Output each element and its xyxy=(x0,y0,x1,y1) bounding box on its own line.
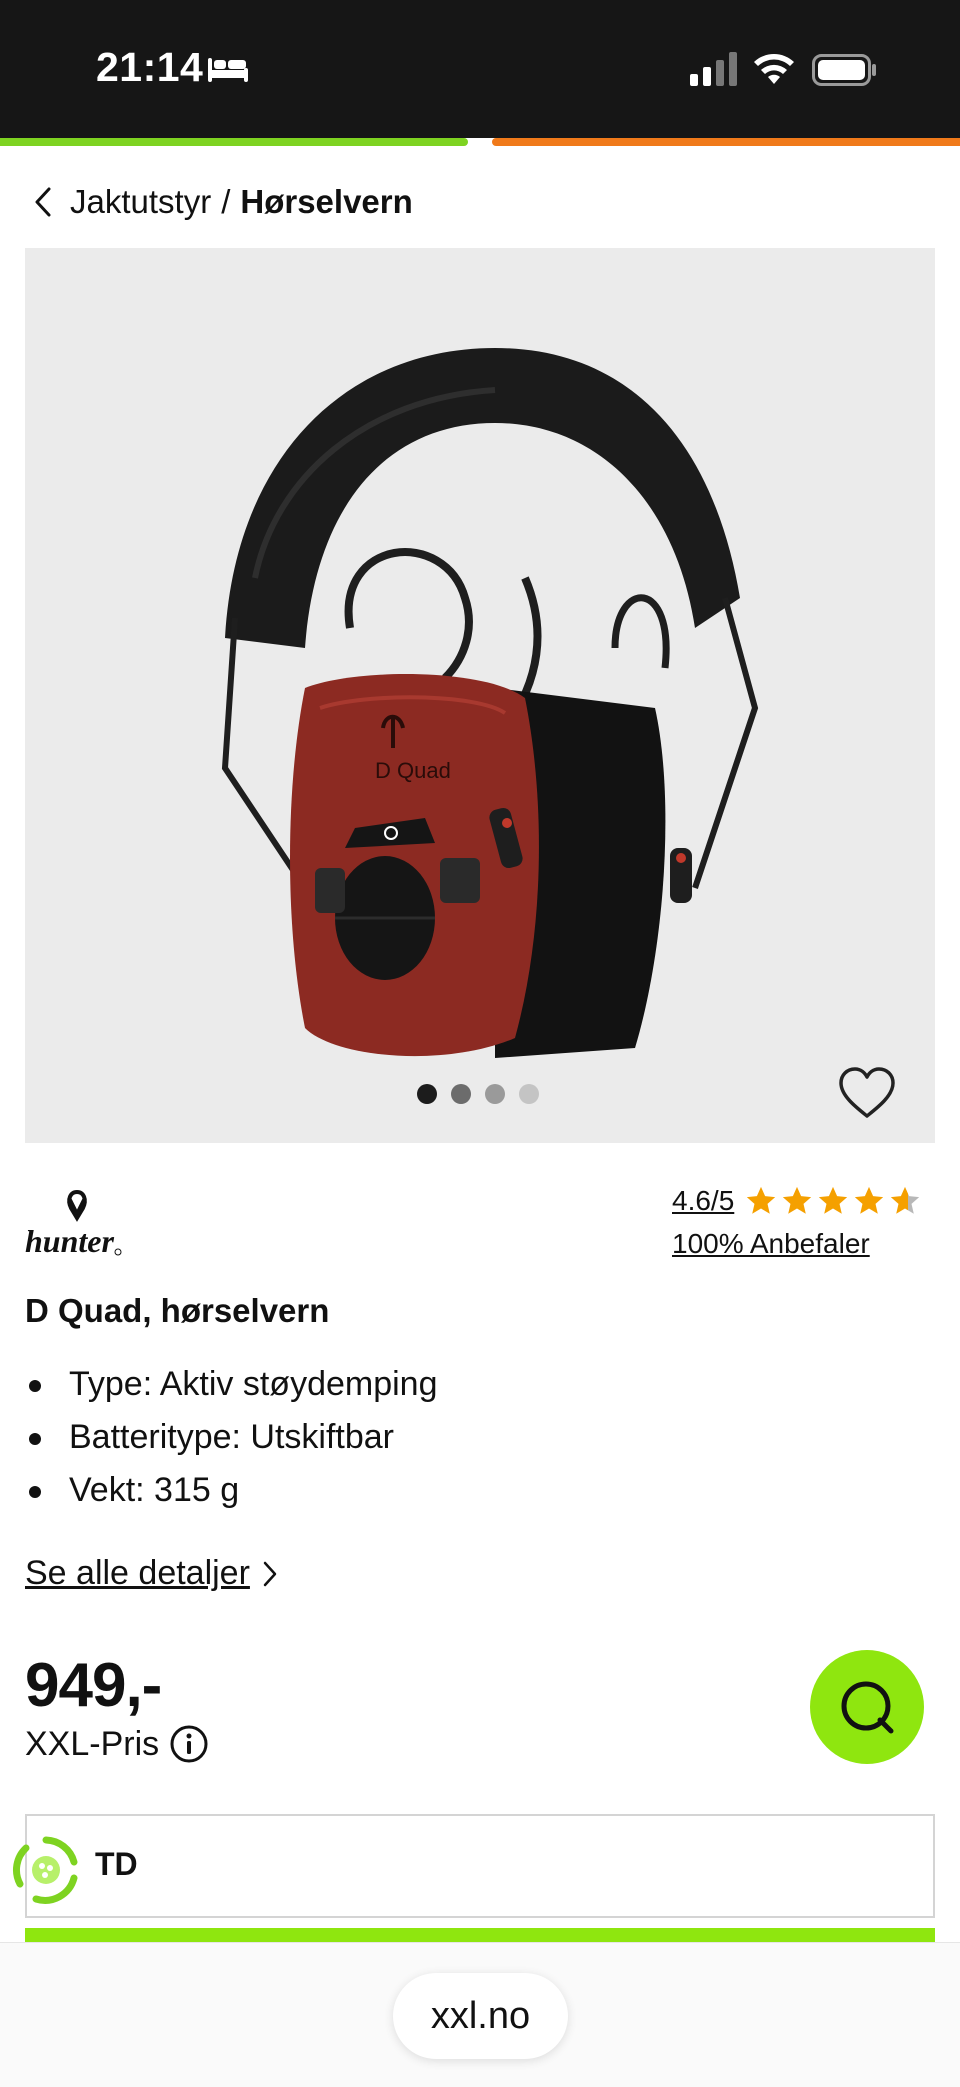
star-icon xyxy=(855,1186,884,1214)
page-load-progress-secondary xyxy=(492,138,960,146)
status-time: 21:14 xyxy=(96,44,204,90)
variant-selector[interactable]: TD xyxy=(25,1814,935,1918)
star-half-icon xyxy=(891,1186,920,1214)
product-image-earmuffs: D Quad xyxy=(221,348,759,1058)
wifi-icon xyxy=(754,54,794,84)
recycle-badge-icon[interactable] xyxy=(12,1836,80,1904)
star-icon xyxy=(819,1186,848,1214)
chevron-right-icon xyxy=(263,1561,277,1586)
breadcrumb-parent-link[interactable]: Jaktutstyr xyxy=(70,183,211,221)
rating-block: 4.6/5 100% Anbefaler xyxy=(672,1184,936,1260)
gallery-dot-4[interactable] xyxy=(519,1084,539,1104)
spec-item-battery: Batteritype: Utskiftbar xyxy=(25,1413,438,1466)
svg-text:hunter: hunter xyxy=(25,1223,114,1259)
recommend-percentage-link[interactable]: 100% Anbefaler xyxy=(672,1228,936,1260)
star-icon xyxy=(747,1186,776,1214)
heart-icon[interactable] xyxy=(837,1066,897,1120)
product-title: D Quad, hørselvern xyxy=(25,1292,330,1329)
rating-stars xyxy=(744,1184,924,1218)
battery-icon xyxy=(812,54,876,86)
spec-item-type: Type: Aktiv støydemping xyxy=(25,1360,438,1413)
gallery-dot-1[interactable] xyxy=(417,1084,437,1104)
rating-value-link[interactable]: 4.6/5 xyxy=(672,1185,734,1217)
chat-button[interactable] xyxy=(810,1650,924,1764)
spec-item-weight: Vekt: 315 g xyxy=(25,1466,438,1519)
spec-list: Type: Aktiv støydemping Batteritype: Uts… xyxy=(25,1360,438,1519)
breadcrumb-separator: / xyxy=(221,183,231,220)
product-image-gallery[interactable]: D Quad xyxy=(25,248,935,1143)
price-label: XXL-Pris xyxy=(25,1724,209,1764)
cellular-signal-icon xyxy=(690,52,737,86)
see-all-details-link[interactable]: Se alle detaljer xyxy=(25,1554,278,1593)
address-bar[interactable]: xxl.no xyxy=(393,1973,568,2059)
star-icon xyxy=(783,1186,812,1214)
svg-text:D Quad: D Quad xyxy=(375,758,451,783)
info-icon[interactable] xyxy=(169,1724,209,1764)
page-load-progress xyxy=(0,138,468,146)
breadcrumb-current: Hørselvern xyxy=(240,183,413,220)
product-price: 949,- xyxy=(25,1651,162,1720)
price-label-text: XXL-Pris xyxy=(25,1724,160,1763)
gallery-dot-2[interactable] xyxy=(451,1084,471,1104)
add-to-cart-bar[interactable] xyxy=(25,1928,935,1942)
chat-bubble-icon xyxy=(841,1681,894,1734)
gallery-pagination xyxy=(417,1084,539,1104)
chevron-left-icon[interactable] xyxy=(32,186,54,218)
status-bar: 21:14 xyxy=(0,0,960,138)
variant-selector-value: TD xyxy=(95,1846,138,1882)
sleep-focus-icon xyxy=(208,58,248,82)
browser-bottom-bar: xxl.no xyxy=(0,1942,960,2087)
brand-logo-hunter[interactable]: hunter xyxy=(25,1186,125,1262)
breadcrumb: Jaktutstyr / Hørselvern xyxy=(32,180,413,224)
gallery-dot-3[interactable] xyxy=(485,1084,505,1104)
see-all-details-label: Se alle detaljer xyxy=(25,1554,250,1592)
